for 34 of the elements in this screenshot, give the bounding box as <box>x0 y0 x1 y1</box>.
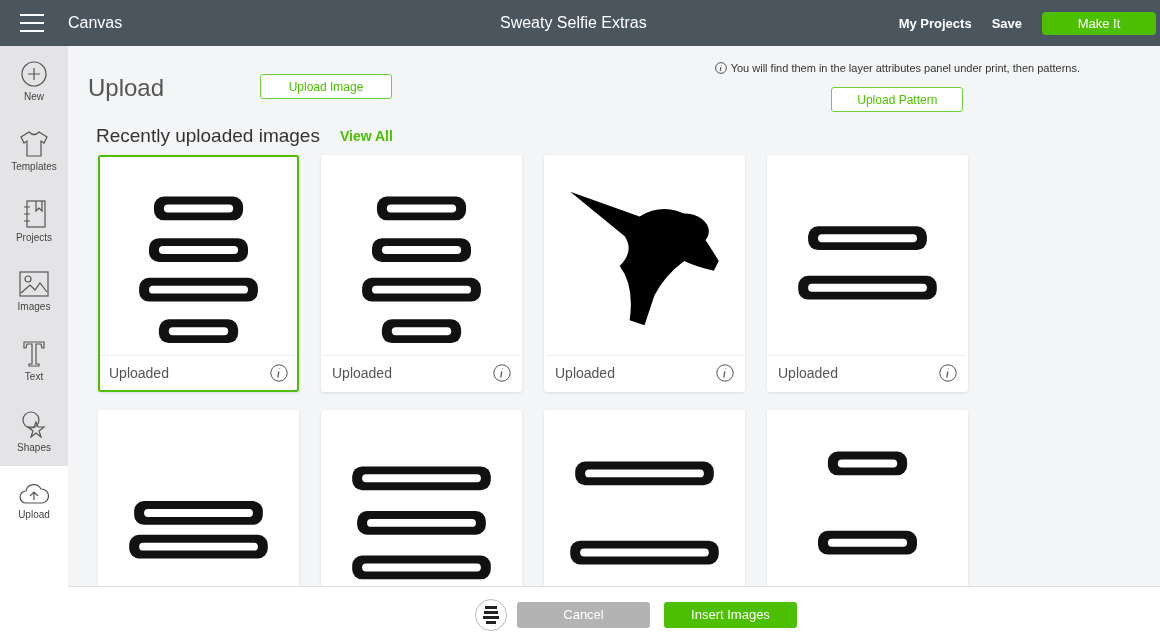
plus-icon <box>21 60 47 87</box>
image-card[interactable]: Uploaded <box>767 155 968 392</box>
info-note: You will find them in the layer attributes panel under print, then patterns. <box>730 62 1080 74</box>
project-title: Sweaty Selfie Extras <box>498 14 648 32</box>
sidebar-item[interactable]: New <box>0 46 68 116</box>
sidebar-item[interactable]: Projects <box>0 186 68 256</box>
notebook-icon <box>22 199 46 228</box>
app-name: Canvas <box>68 14 124 32</box>
cloud-upload-icon <box>19 482 49 505</box>
info-icon[interactable] <box>939 364 957 382</box>
text-tool-icon <box>23 340 45 367</box>
image-card[interactable]: Uploaded <box>98 155 299 392</box>
info-icon[interactable] <box>716 364 734 382</box>
image-card[interactable]: Uploaded <box>544 155 745 392</box>
nav-link[interactable]: Save <box>991 15 1022 31</box>
sidebar-item[interactable]: Images <box>0 256 68 326</box>
card-label: Uploaded <box>109 365 169 381</box>
shirt-icon <box>20 130 48 157</box>
info-icon <box>714 62 727 74</box>
image-icon <box>19 270 49 297</box>
card-label: Uploaded <box>778 365 838 381</box>
card-label: Uploaded <box>555 365 615 381</box>
sidebar-item[interactable]: Templates <box>0 116 68 186</box>
info-icon[interactable] <box>270 364 288 382</box>
sidebar-item[interactable]: Text <box>0 326 68 396</box>
shapes-icon <box>21 409 47 438</box>
card-label: Uploaded <box>332 365 392 381</box>
menu-icon[interactable] <box>20 14 44 32</box>
nav-link[interactable]: My Projects <box>898 15 972 31</box>
section-heading: Recently uploaded images <box>96 125 320 147</box>
info-icon[interactable] <box>493 364 511 382</box>
page-title: Upload <box>88 74 166 102</box>
image-card[interactable]: Uploaded <box>321 155 522 392</box>
sidebar-item[interactable]: Shapes <box>0 396 68 466</box>
